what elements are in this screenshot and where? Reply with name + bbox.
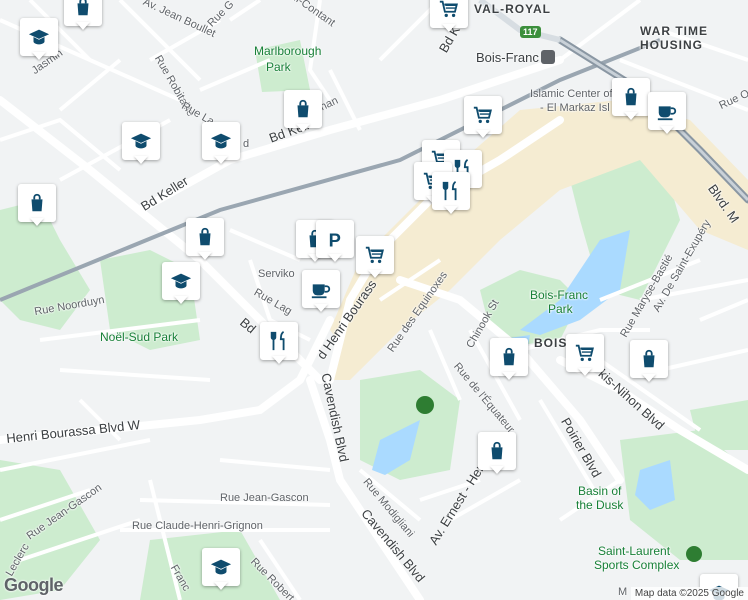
shopping-cart-icon <box>434 0 464 24</box>
shopping-cart-icon <box>570 338 600 368</box>
park-label-bois-franc-1[interactable]: Bois-Franc <box>530 288 588 302</box>
shopping-bag-icon <box>190 222 220 252</box>
restaurant-icon <box>436 176 466 206</box>
map-marker-parking[interactable]: P <box>316 220 354 264</box>
train-station-icon[interactable] <box>541 50 555 64</box>
map-marker-shopping-cart[interactable] <box>464 96 502 140</box>
google-logo[interactable]: Google <box>4 575 64 596</box>
map-marker-shopping-bag[interactable] <box>186 218 224 262</box>
shopping-bag-icon <box>494 342 524 372</box>
shopping-bag-icon <box>616 82 646 112</box>
parking-icon: P <box>320 224 350 254</box>
route-117-shield: 117 <box>520 26 541 38</box>
education-icon <box>166 266 196 296</box>
map-attribution[interactable]: Map data ©2025 Google <box>630 587 748 600</box>
area-label-war-time-1: WAR TIME <box>640 24 708 38</box>
place-label-partial-m: M <box>618 586 628 598</box>
map-marker-shopping-bag[interactable] <box>64 0 102 32</box>
map-marker-education[interactable] <box>202 548 240 592</box>
map-marker-shopping-cart[interactable] <box>356 236 394 280</box>
place-label-bois-franc-station[interactable]: Bois-Franc <box>476 50 539 65</box>
map-marker-shopping-cart[interactable] <box>430 0 468 34</box>
education-icon <box>24 22 54 52</box>
shopping-cart-icon <box>468 100 498 130</box>
park-label-basin-1[interactable]: Basin of <box>578 484 621 498</box>
shopping-bag-icon <box>68 0 98 22</box>
cafe-icon <box>306 274 336 304</box>
map-marker-shopping-bag[interactable] <box>630 340 668 384</box>
map-canvas[interactable]: Av. Jean Boullet Rue G aul-Contant Jasmi… <box>0 0 748 600</box>
map-marker-education[interactable] <box>202 122 240 166</box>
park-label-marlborough-1[interactable]: Marlborough <box>254 44 321 58</box>
map-marker-education[interactable] <box>162 262 200 306</box>
education-icon <box>206 126 236 156</box>
map-marker-shopping-bag[interactable] <box>284 90 322 134</box>
shopping-bag-icon <box>634 344 664 374</box>
map-marker-shopping-bag[interactable] <box>490 338 528 382</box>
park-label-marlborough-2[interactable]: Park <box>266 60 291 74</box>
education-icon <box>126 126 156 156</box>
sports-complex-pin-icon[interactable] <box>686 546 702 562</box>
map-marker-education[interactable] <box>122 122 160 166</box>
map-marker-restaurant[interactable] <box>432 172 470 216</box>
map-marker-education[interactable] <box>20 18 58 62</box>
place-label-serviko[interactable]: Serviko <box>258 268 295 280</box>
street-label-claude-henri-grignon: Rue Claude-Henri-Grignon <box>132 520 263 532</box>
shopping-cart-icon <box>360 240 390 270</box>
map-marker-shopping-bag[interactable] <box>612 78 650 122</box>
svg-text:P: P <box>329 229 341 250</box>
park-pin-icon[interactable] <box>416 396 434 414</box>
place-label-sports-complex-1[interactable]: Saint-Laurent <box>598 544 670 558</box>
map-marker-shopping-bag[interactable] <box>18 184 56 228</box>
street-label-jean-gascon-east: Rue Jean-Gascon <box>220 492 309 504</box>
area-label-val-royal: VAL-ROYAL <box>474 2 552 16</box>
shopping-bag-icon <box>482 436 512 466</box>
place-label-sports-complex-2[interactable]: Sports Complex <box>594 558 679 572</box>
cafe-icon <box>652 96 682 126</box>
education-icon <box>206 552 236 582</box>
restaurant-icon <box>264 326 294 356</box>
map-marker-cafe[interactable] <box>302 270 340 314</box>
map-marker-restaurant[interactable] <box>260 322 298 366</box>
park-label-basin-2[interactable]: the Dusk <box>576 498 623 512</box>
shopping-bag-icon <box>288 94 318 124</box>
map-marker-shopping-bag[interactable] <box>478 432 516 476</box>
map-marker-cafe[interactable] <box>648 92 686 136</box>
area-label-war-time-2: HOUSING <box>640 38 704 52</box>
shopping-bag-icon <box>22 188 52 218</box>
map-marker-shopping-cart[interactable] <box>566 334 604 378</box>
park-label-noel-sud[interactable]: Noël-Sud Park <box>100 330 178 344</box>
street-label-rue-d: d <box>243 138 250 150</box>
place-label-islamic-center-2[interactable]: - El Markaz Isl <box>540 102 610 114</box>
park-label-bois-franc-2[interactable]: Park <box>548 302 573 316</box>
